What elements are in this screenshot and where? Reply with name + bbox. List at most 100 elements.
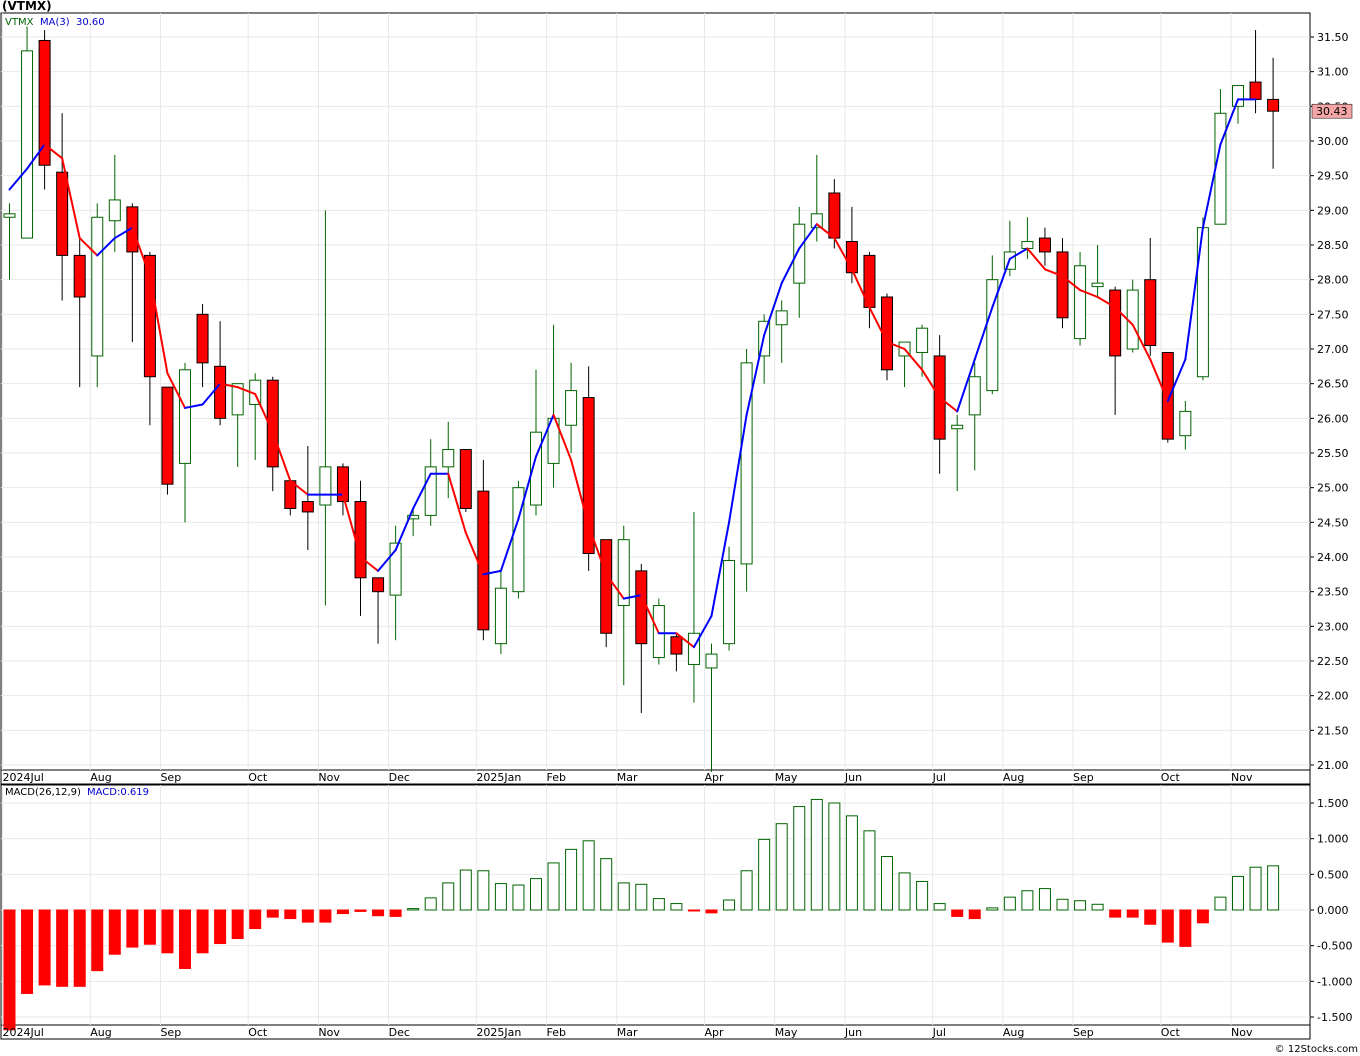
price-tick-label: 25.00 <box>1317 482 1349 495</box>
macd-bar-positive <box>863 830 876 911</box>
price-tick-label: 31.50 <box>1317 31 1349 44</box>
macd-bar-positive <box>407 908 420 911</box>
candle-body-down <box>1056 251 1069 319</box>
price-tick-label: 24.50 <box>1317 516 1349 529</box>
candle-body-up <box>319 466 332 506</box>
macd-bar-positive <box>758 838 771 911</box>
macd-bar-positive <box>1249 866 1262 911</box>
price-tick-label: 21.50 <box>1317 724 1349 737</box>
price-legend-ma-value: 30.60 <box>76 17 105 28</box>
candle-body-up <box>951 424 964 430</box>
macd-bar-negative <box>108 909 121 955</box>
macd-bar-positive <box>670 903 683 911</box>
macd-bar-negative <box>1109 909 1122 918</box>
candle <box>1056 238 1069 329</box>
price-tick-label: 26.00 <box>1317 412 1349 425</box>
price-tick-label: 23.00 <box>1317 620 1349 633</box>
watermark: © 12Stocks.com <box>1275 1044 1358 1055</box>
candle <box>161 386 174 495</box>
macd-bar-negative <box>687 909 700 912</box>
candle-body-down <box>301 501 314 513</box>
candle-body-down <box>635 570 648 645</box>
candle-body-down <box>459 449 472 509</box>
candle-body-up <box>3 213 16 218</box>
candle <box>1161 351 1174 443</box>
month-label: Feb <box>547 1026 566 1039</box>
macd-bar-positive <box>1038 888 1051 911</box>
macd-bar-positive <box>740 870 753 911</box>
macd-bar-positive <box>1091 903 1104 911</box>
macd-bar-positive <box>512 884 525 911</box>
month-label: Oct <box>248 1026 268 1039</box>
macd-bar-negative <box>3 909 16 1031</box>
candle-body-up <box>723 559 736 645</box>
macd-legend-label: MACD(26,12,9) <box>5 787 81 798</box>
price-tick-label: 23.50 <box>1317 586 1349 599</box>
price-tick-label: 21.00 <box>1317 759 1349 772</box>
candle-body-up <box>1021 241 1034 249</box>
macd-bar-negative <box>196 909 209 954</box>
macd-bar-negative <box>336 909 349 915</box>
candle-body-down <box>670 636 683 655</box>
candle-body-up <box>1074 265 1087 340</box>
month-label: 2024Jul <box>3 771 44 784</box>
candle-body-down <box>214 365 227 419</box>
month-label: Mar <box>617 771 638 784</box>
macd-bar-positive <box>1232 875 1244 911</box>
candle-body-up <box>705 653 718 669</box>
macd-bar-positive <box>1021 890 1034 911</box>
month-label: Apr <box>705 1026 725 1039</box>
macd-bar-negative <box>1144 909 1157 925</box>
macd-bar-positive <box>582 840 595 911</box>
macd-tick-label: -1.500 <box>1317 1011 1352 1024</box>
month-label: Jul <box>932 771 946 784</box>
macd-bar-negative <box>73 909 86 987</box>
candle <box>21 26 34 239</box>
month-label: Sep <box>160 1026 181 1039</box>
candle-body-down <box>73 254 86 298</box>
month-label: Sep <box>160 771 181 784</box>
macd-bar-positive <box>530 878 542 911</box>
price-tick-label: 29.00 <box>1317 204 1349 217</box>
candle-body-up <box>968 376 981 416</box>
month-label: Aug <box>90 1026 111 1039</box>
month-label: Dec <box>389 771 410 784</box>
price-tick-label: 22.50 <box>1317 655 1349 668</box>
month-label: Mar <box>617 1026 638 1039</box>
macd-bar-negative <box>1161 909 1174 943</box>
price-tick-label: 29.50 <box>1317 170 1349 183</box>
macd-bar-negative <box>214 909 227 945</box>
candle <box>1126 279 1139 353</box>
macd-bar-positive <box>1074 900 1087 911</box>
candle <box>38 30 51 190</box>
macd-bar-positive <box>442 882 455 911</box>
macd-bar-positive <box>916 880 929 911</box>
month-label: Feb <box>547 771 566 784</box>
candle <box>1074 251 1087 346</box>
macd-bar-negative <box>56 909 69 987</box>
candle-body-up <box>617 539 630 607</box>
candle <box>723 546 736 651</box>
month-label: Jun <box>844 771 862 784</box>
macd-bar-negative <box>389 909 402 917</box>
macd-bar-positive <box>793 806 806 911</box>
macd-bar-negative <box>319 909 332 923</box>
macd-bar-positive <box>986 907 999 911</box>
candle-body-up <box>775 310 788 326</box>
macd-bar-positive <box>424 897 437 911</box>
month-label: Oct <box>248 771 268 784</box>
price-tick-label: 27.00 <box>1317 343 1349 356</box>
macd-bar-negative <box>372 909 385 917</box>
price-tick-label: 30.00 <box>1317 135 1349 148</box>
candle-body-down <box>1249 81 1262 100</box>
candle <box>881 293 893 381</box>
month-label: Nov <box>1231 771 1253 784</box>
macd-bar-negative <box>143 909 156 945</box>
candle-body-up <box>1214 112 1227 225</box>
month-label: Oct <box>1161 771 1181 784</box>
macd-bar-negative <box>21 909 34 994</box>
macd-bar-positive <box>1214 896 1227 911</box>
month-label: May <box>775 1026 798 1039</box>
last-price-label: 30.43 <box>1316 105 1348 118</box>
candle-body-up <box>108 199 121 222</box>
